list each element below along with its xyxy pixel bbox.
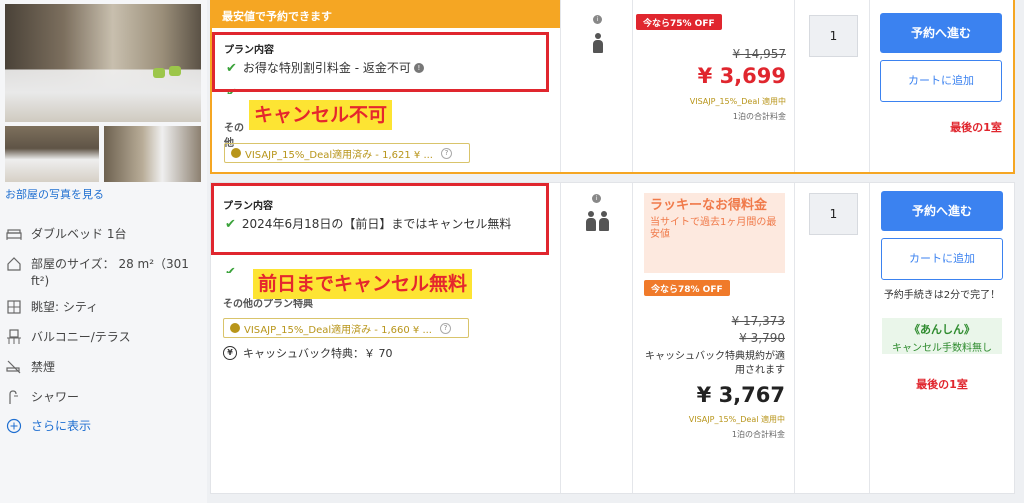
- add-to-cart-button[interactable]: カートに追加: [881, 238, 1003, 280]
- feature-label: ダブルベッド 1台: [31, 227, 127, 241]
- anshin-title: 《あんしん》: [909, 323, 975, 336]
- no-smoking-icon: [6, 360, 21, 374]
- plus-circle-icon: [6, 418, 22, 434]
- cashback-icon: ¥: [223, 346, 237, 360]
- pillow-decor: [153, 68, 165, 78]
- add-to-cart-button[interactable]: カートに追加: [880, 60, 1002, 102]
- nightly-total-text: 1泊の合計料金: [732, 112, 786, 121]
- pillow-decor: [169, 66, 181, 76]
- coupon-icon: [231, 148, 241, 158]
- original-price: ¥ 14,957: [732, 47, 786, 61]
- booking-time-note: 予約手続きは2分で完了！: [883, 290, 1001, 301]
- show-more-label[interactable]: さらに表示: [31, 418, 201, 435]
- window-view-icon: [7, 300, 21, 314]
- person-icon: [599, 211, 609, 231]
- feature-label: シャワー: [31, 390, 80, 404]
- offer-row-free-cancel: プラン内容 ✔ 2024年6月18日の【前日】まではキャンセル無料 ✔ その他の…: [210, 182, 1015, 494]
- person-icon: [586, 211, 596, 231]
- lucky-deal-title: ラッキーなお得料金: [650, 198, 768, 213]
- last-room-notice: 最後の1室: [950, 121, 1002, 134]
- coupon-text: VISAJP_15%_Deal適用済み - 1,660 ¥ ...: [244, 324, 432, 336]
- info-icon[interactable]: i: [593, 15, 602, 24]
- person-icon: [593, 33, 603, 53]
- help-icon[interactable]: ?: [439, 322, 451, 334]
- annotation-box: [211, 183, 549, 255]
- current-price: ¥ 3,699: [697, 64, 786, 88]
- lucky-deal-box: ラッキーなお得料金 当サイトで過去1ヶ月間の最安値: [644, 193, 785, 273]
- proceed-to-book-button[interactable]: 予約へ進む: [880, 13, 1002, 53]
- annotation-label: キャンセル不可: [249, 100, 393, 130]
- current-price: ¥ 3,767: [696, 383, 785, 407]
- coupon-chip[interactable]: VISAJP_15%_Deal適用済み - 1,660 ¥ ... ?: [223, 318, 469, 338]
- nightly-total-text: 1泊の合計料金: [731, 430, 785, 439]
- deal-applied-text: VISAJP_15%_Deal 適用中: [689, 97, 786, 106]
- shower-icon: [9, 390, 18, 404]
- annotation-label: 前日までキャンセル無料: [253, 269, 473, 299]
- help-icon[interactable]: ?: [440, 147, 452, 159]
- deal-applied-text: VISAJP_15%_Deal 適用中: [688, 415, 785, 424]
- cashback-terms-text: キャッシュバック特典規約が適用されます: [645, 351, 785, 376]
- check-icon: ✔: [225, 265, 236, 273]
- bed-icon: [6, 229, 22, 240]
- last-room-notice: 最後の1室: [916, 378, 968, 391]
- pre-cashback-price: ¥ 3,790: [739, 331, 785, 345]
- offer-row-nonrefundable: 最安値で予約できます プラン内容 ✔ お得な特別割引料金 - 返金不可 ! ✔ …: [210, 0, 1015, 174]
- best-price-banner: 最安値で予約できます: [212, 0, 560, 28]
- discount-badge: 今なら75% OFF: [636, 14, 722, 30]
- feature-view: 眺望: シティ: [6, 299, 201, 316]
- room-photos-link[interactable]: お部屋の写真を見る: [5, 186, 104, 202]
- feature-label: 禁煙: [31, 360, 56, 374]
- coupon-icon: [230, 323, 240, 333]
- feature-size: 部屋のサイズ： 28 m²（301 ft²): [6, 256, 201, 290]
- info-icon[interactable]: i: [592, 194, 601, 203]
- room-quantity-select[interactable]: 1: [809, 15, 858, 57]
- balcony-icon: [7, 329, 21, 344]
- room-photo-thumb[interactable]: [5, 126, 99, 182]
- anshin-subtitle: キャンセル手数料無し: [892, 343, 992, 354]
- faded-line: ✔: [225, 265, 255, 273]
- annotation-box: [212, 32, 549, 92]
- lucky-deal-subtitle: 当サイトで過去1ヶ月間の最安値: [650, 217, 777, 240]
- feature-bed: ダブルベッド 1台: [6, 226, 201, 243]
- room-quantity-select[interactable]: 1: [809, 193, 858, 235]
- feature-label: 眺望: シティ: [31, 300, 99, 314]
- discount-badge: 今なら78% OFF: [644, 280, 730, 296]
- cashback-text: キャッシュバック特典：￥ 70: [243, 347, 393, 360]
- feature-label: バルコニー/テラス: [31, 330, 131, 344]
- coupon-chip[interactable]: VISAJP_15%_Deal適用済み - 1,621 ¥ ... ?: [224, 143, 470, 163]
- room-info-panel: お部屋の写真を見る ダブルベッド 1台 部屋のサイズ： 28 m²（301 ft…: [0, 0, 207, 503]
- feature-shower: シャワー: [6, 389, 201, 406]
- feature-no-smoking: 禁煙: [6, 359, 201, 376]
- house-icon: [7, 257, 21, 271]
- feature-balcony: バルコニー/テラス: [6, 329, 201, 346]
- show-more-link[interactable]: さらに表示: [6, 418, 201, 435]
- proceed-to-book-button[interactable]: 予約へ進む: [881, 191, 1003, 231]
- cashback-benefit: ¥ キャッシュバック特典：￥ 70: [223, 345, 393, 361]
- coupon-text: VISAJP_15%_Deal適用済み - 1,621 ¥ ...: [245, 149, 433, 161]
- peace-of-mind-badge: 《あんしん》 キャンセル手数料無し: [882, 318, 1002, 354]
- room-photo-thumb[interactable]: [104, 126, 201, 182]
- room-photo-main[interactable]: [5, 4, 201, 122]
- feature-label: 部屋のサイズ： 28 m²（301 ft²): [31, 257, 189, 288]
- original-price: ¥ 17,373: [731, 314, 785, 328]
